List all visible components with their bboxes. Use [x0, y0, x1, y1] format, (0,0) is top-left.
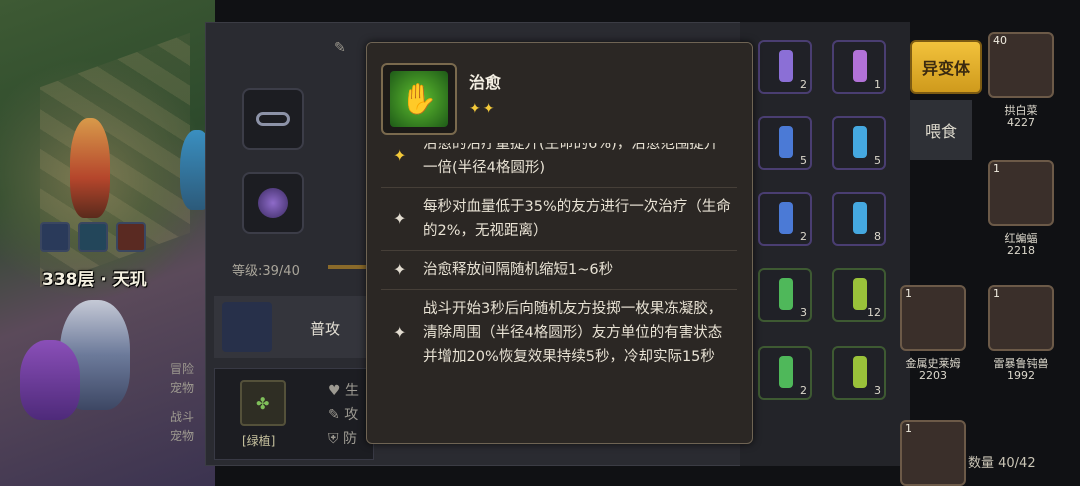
- inventory-slot[interactable]: 2: [758, 192, 812, 246]
- stat-atk-label: 攻: [344, 407, 359, 423]
- stat-atk: ✎ 攻: [328, 407, 359, 423]
- pet-card-number: 1992: [1007, 369, 1035, 382]
- plant-label: [绿植]: [242, 434, 276, 448]
- pet-card-level: 1: [993, 287, 1000, 300]
- item-count: 3: [800, 306, 807, 319]
- edit-icon[interactable]: ✎: [334, 40, 350, 56]
- hero-character: [70, 118, 110, 218]
- pet-level: 等级:39/40: [232, 264, 300, 279]
- star-bullet-icon: ✦: [393, 146, 407, 165]
- buff-icon: [116, 222, 146, 252]
- inventory-slot[interactable]: 8: [832, 192, 886, 246]
- pet-card[interactable]: 1: [900, 285, 966, 351]
- tooltip-header: ✋ 治愈 ✦✦: [367, 43, 752, 143]
- inventory-slot[interactable]: 2: [758, 346, 812, 400]
- item-count: 5: [874, 154, 881, 167]
- side-text-line: 宠物: [170, 429, 195, 443]
- skill-effect-text: 战斗开始3秒后向随机友方投掷一枚果冻凝胶，清除周围（半径4格圆形）友方单位的有害…: [423, 301, 723, 365]
- buff-icon: [78, 222, 108, 252]
- collar-icon: [256, 112, 290, 126]
- feed-button[interactable]: 喂食: [910, 100, 972, 160]
- star-bullet-icon: ✦: [393, 209, 407, 228]
- potion-icon: [779, 50, 793, 82]
- star-bullet-icon: ✦: [393, 260, 407, 279]
- skill-icon-frame: ✋: [381, 63, 457, 135]
- skill-effect-item: ✦ 战斗开始3秒后向随机友方投掷一枚果冻凝胶，清除周围（半径4格圆形）友方单位的有…: [381, 290, 737, 376]
- side-menu-text: 冒险 宠物 战斗 宠物: [170, 360, 194, 446]
- item-count: 2: [800, 384, 807, 397]
- inventory-slot[interactable]: 3: [832, 346, 886, 400]
- pet-card-number: 4227: [1007, 116, 1035, 129]
- skill-effect-item: ✦ 治愈释放间隔随机缩短1~6秒: [381, 251, 737, 290]
- pet-card-number: 2218: [1007, 244, 1035, 257]
- mutant-button[interactable]: 异变体: [910, 40, 982, 94]
- inventory-slot[interactable]: 2: [758, 40, 812, 94]
- gem-equip-slot[interactable]: [242, 172, 304, 234]
- plant-slot[interactable]: ✤: [240, 380, 286, 426]
- potion-icon: [779, 356, 793, 388]
- pet-card[interactable]: 1: [900, 420, 966, 486]
- pet-card-level: 1: [993, 162, 1000, 175]
- potion-icon: [853, 126, 867, 158]
- pet-count-label: 数量 40/42: [968, 456, 1036, 471]
- star-bullet-icon: ✦: [393, 323, 407, 342]
- inventory-slot[interactable]: 5: [758, 116, 812, 170]
- buff-icons: [40, 222, 146, 252]
- side-text-line: 战斗: [170, 410, 195, 424]
- stat-def-label: 防: [342, 431, 357, 447]
- pet-card-number: 2203: [919, 369, 947, 382]
- side-text-line: 冒险: [170, 362, 195, 376]
- inventory-slot[interactable]: 12: [832, 268, 886, 322]
- pet-card[interactable]: 40: [988, 32, 1054, 98]
- pet-card-level: 1: [905, 422, 912, 435]
- skill-tooltip: ✋ 治愈 ✦✦ ✦ 治愈的治疗量提升(生命的6%)，治愈范围提升一倍(半径4格圆形…: [366, 42, 753, 444]
- skill-effect-text: 每秒对血量低于35%的友方进行一次治疗（生命的2%，无视距离）: [423, 199, 731, 239]
- potion-icon: [853, 356, 867, 388]
- potion-icon: [779, 126, 793, 158]
- collar-equip-slot[interactable]: [242, 88, 304, 150]
- level-bar: [328, 265, 368, 269]
- potion-icon: [853, 50, 867, 82]
- item-count: 2: [800, 78, 807, 91]
- heal-hand-icon: ✋: [390, 71, 448, 127]
- item-count: 5: [800, 154, 807, 167]
- skill-title: 治愈: [469, 73, 502, 92]
- inventory-slot[interactable]: 3: [758, 268, 812, 322]
- buff-icon: [40, 222, 70, 252]
- skill-effect-text: 治愈释放间隔随机缩短1~6秒: [423, 262, 614, 278]
- attack-label: 普攻: [310, 320, 341, 338]
- item-count: 1: [874, 78, 881, 91]
- floor-label: 338层 · 天玑: [42, 270, 147, 290]
- stat-hp-label: 生: [345, 383, 360, 399]
- item-count: 12: [867, 306, 881, 319]
- potion-icon: [853, 202, 867, 234]
- skill-stars: ✦✦: [469, 101, 497, 117]
- pet-card[interactable]: 1: [988, 160, 1054, 226]
- pet-card[interactable]: 1: [988, 285, 1054, 351]
- side-text-line: 宠物: [170, 381, 195, 395]
- stat-hp: ♥ 生: [328, 383, 360, 399]
- inventory-slot[interactable]: 1: [832, 40, 886, 94]
- item-count: 3: [874, 384, 881, 397]
- item-count: 8: [874, 230, 881, 243]
- skill-effect-item: ✦ 每秒对血量低于35%的友方进行一次治疗（生命的2%，无视距离）: [381, 188, 737, 251]
- skill-effect-list: ✦ 治愈的治疗量提升(生命的6%)，治愈范围提升一倍(半径4格圆形) ✦ 每秒对血量低…: [381, 125, 737, 376]
- clover-icon: ✤: [256, 394, 270, 413]
- gem-icon: [258, 188, 288, 218]
- potion-icon: [779, 202, 793, 234]
- purple-creature: [20, 340, 80, 420]
- potion-icon: [779, 278, 793, 310]
- potion-icon: [853, 278, 867, 310]
- stat-def: ⛨ 防: [328, 431, 357, 447]
- stat-list: ♥ 生 ✎ 攻 ⛨ 防: [328, 380, 359, 448]
- claw-icon: [222, 302, 272, 352]
- attack-skill-row[interactable]: [214, 296, 384, 358]
- pet-card-level: 40: [993, 34, 1007, 47]
- inventory-slot[interactable]: 5: [832, 116, 886, 170]
- item-count: 2: [800, 230, 807, 243]
- pet-card-level: 1: [905, 287, 912, 300]
